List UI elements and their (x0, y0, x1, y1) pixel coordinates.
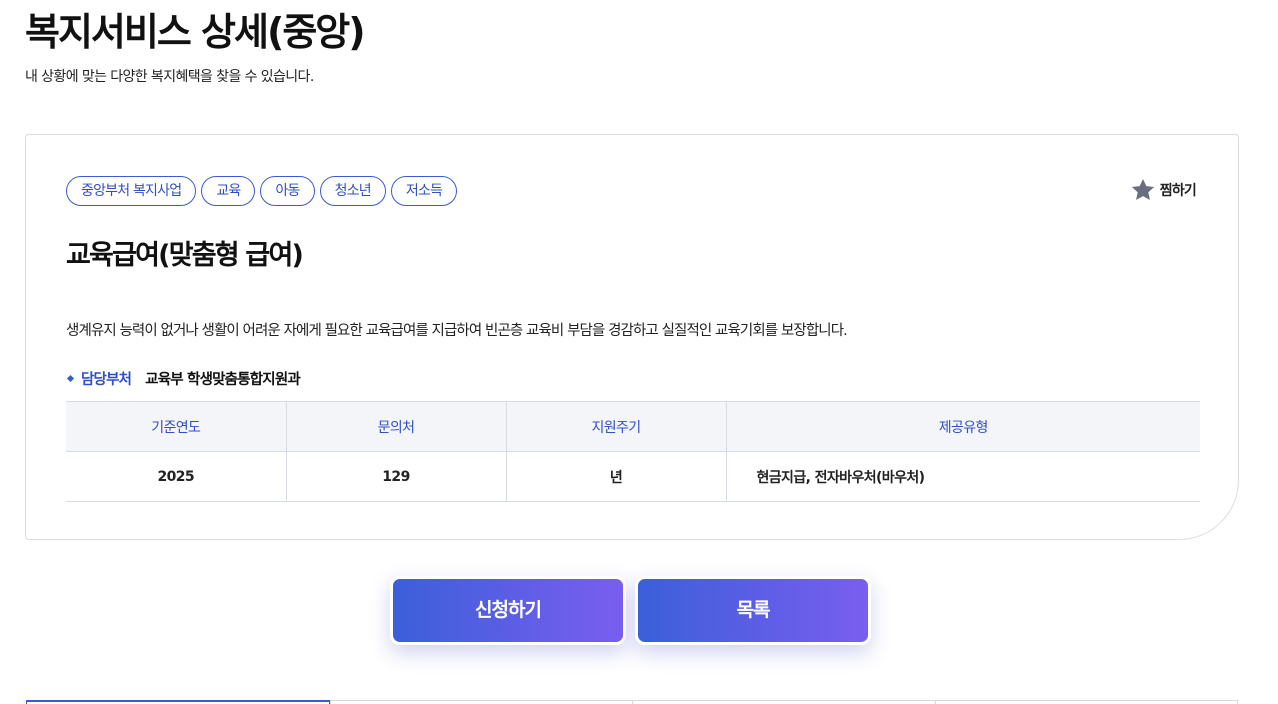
apply-button[interactable]: 신청하기 (390, 576, 626, 645)
department-value: 교육부 학생맞춤통합지원과 (145, 372, 301, 388)
page-subtitle: 내 상황에 맞는 다양한 복지혜택을 찾을 수 있습니다. (25, 69, 314, 85)
tab-4[interactable] (934, 700, 1238, 704)
header-contact: 문의처 (286, 401, 507, 452)
service-title: 교육급여(맞춤형 급여) (66, 240, 304, 271)
cell-provision-type: 현금지급, 전자바우처(바우처) (726, 451, 1200, 502)
star-icon (1131, 178, 1154, 200)
header-support-cycle: 지원주기 (506, 401, 727, 452)
tag-education[interactable]: 교육 (201, 176, 256, 206)
department-label: 담당부처 (81, 372, 132, 388)
service-description: 생계유지 능력이 없거나 생활이 어려운 자에게 필요한 교육급여를 지급하여 … (66, 323, 848, 339)
header-provision-type: 제공유형 (726, 401, 1200, 452)
cell-support-cycle: 년 (506, 451, 727, 502)
favorite-button[interactable]: 찜하기 (1130, 177, 1197, 203)
page-title: 복지서비스 상세(중앙) (25, 10, 366, 54)
department-info: 담당부처 교육부 학생맞춤통합지원과 (66, 368, 301, 389)
cell-contact: 129 (286, 451, 507, 502)
tag-list: 중앙부처 복지사업 교육 아동 청소년 저소득 (66, 176, 458, 206)
page: 복지서비스 상세(중앙) 내 상황에 맞는 다양한 복지혜택을 찾을 수 있습니… (0, 0, 1278, 704)
tab-1[interactable] (26, 700, 330, 704)
tag-low-income[interactable]: 저소득 (390, 176, 458, 206)
tag-child[interactable]: 아동 (260, 176, 315, 206)
tag-youth[interactable]: 청소년 (319, 176, 386, 206)
service-detail-card: 중앙부처 복지사업 교육 아동 청소년 저소득 찜하기 교육급여(맞춤형 급여)… (25, 134, 1239, 540)
list-button[interactable]: 목록 (635, 576, 871, 645)
tag-central-ministry[interactable]: 중앙부처 복지사업 (66, 176, 197, 206)
tab-2[interactable] (329, 700, 632, 704)
table-header-row: 기준연도 문의처 지원주기 제공유형 (66, 401, 1200, 452)
favorite-label: 찜하기 (1159, 183, 1197, 199)
detail-tabs (26, 700, 1238, 704)
tab-3[interactable] (632, 700, 935, 704)
service-info-table: 기준연도 문의처 지원주기 제공유형 2025 129 년 현금지급, 전자바우… (66, 401, 1200, 502)
table-row: 2025 129 년 현금지급, 전자바우처(바우처) (66, 451, 1200, 502)
cell-base-year: 2025 (66, 451, 287, 502)
diamond-bullet-icon (66, 374, 75, 383)
header-base-year: 기준연도 (66, 401, 287, 452)
